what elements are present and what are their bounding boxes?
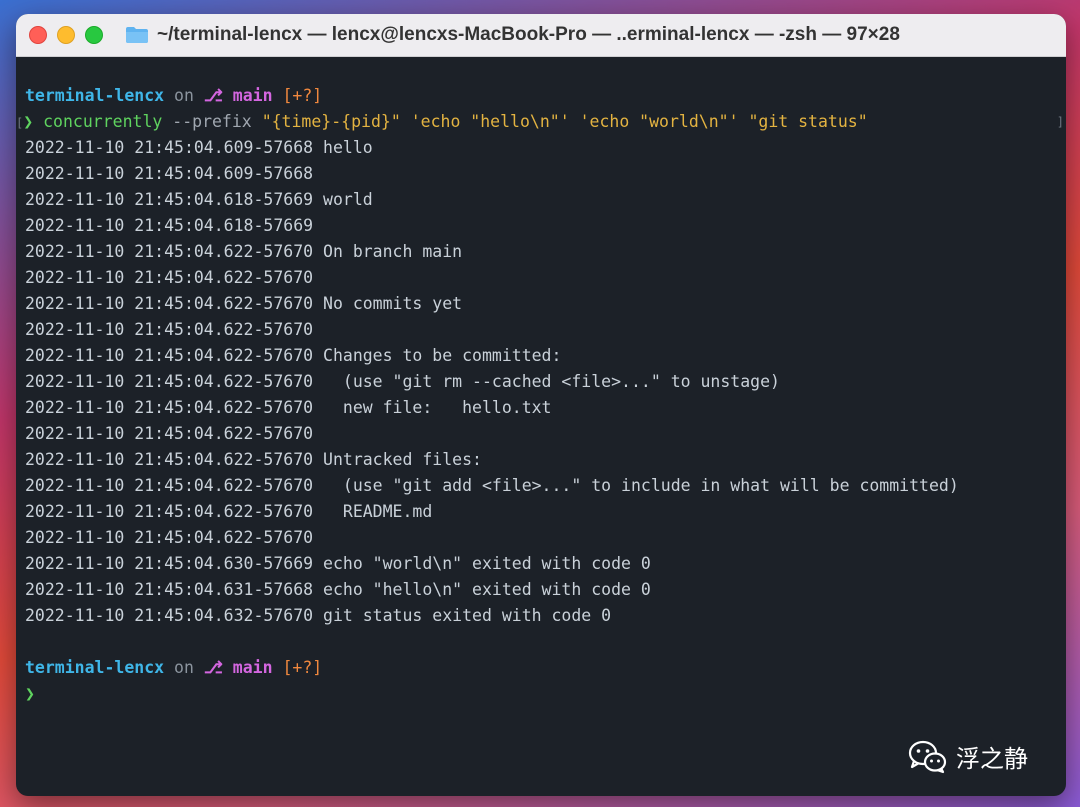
prompt-branch: main [232,658,273,677]
window-title: ~/terminal-lencx — lencx@lencxs-MacBook-… [125,24,900,46]
terminal-content[interactable]: terminal-lencx on ⎇ main [+?] [❯ concurr… [16,57,1066,796]
git-branch-icon: ⎇ [203,658,223,677]
prompt-on: on [174,86,194,105]
command-program: concurrently [43,112,163,131]
output-line: 2022-11-10 21:45:04.622-57670 Untracked … [25,450,482,469]
output-line: 2022-11-10 21:45:04.618-57669 [25,216,314,235]
folder-icon [126,27,148,43]
output-line: 2022-11-10 21:45:04.622-57670 Changes to… [25,346,562,365]
prompt-arrow-icon: ❯ [23,112,34,131]
terminal-window: ~/terminal-lencx — lencx@lencxs-MacBook-… [16,14,1066,796]
output-line: 2022-11-10 21:45:04.622-57670 No commits… [25,294,463,313]
prompt-git-status: [+?] [282,86,323,105]
command-arg-prefix: "{time}-{pid}" [261,112,401,131]
prompt-arrow-icon: ❯ [25,684,35,703]
window-title-text: ~/terminal-lencx — lencx@lencxs-MacBook-… [157,24,900,45]
command-line: [❯ concurrently --prefix "{time}-{pid}" … [16,109,1066,135]
command-output: 2022-11-10 21:45:04.609-57668 hello 2022-… [25,135,1066,629]
right-bracket: ] [1056,115,1064,129]
wechat-icon [908,740,947,773]
output-line: 2022-11-10 21:45:04.609-57668 [25,164,314,183]
git-branch-icon: ⎇ [203,86,223,105]
output-line: 2022-11-10 21:45:04.622-57670 (use "git … [25,372,780,391]
prompt-directory: terminal-lencx [25,86,165,105]
output-line: 2022-11-10 21:45:04.618-57669 world [25,190,373,209]
command-flag: --prefix [172,112,252,131]
title-bar[interactable]: ~/terminal-lencx — lencx@lencxs-MacBook-… [16,14,1066,57]
traffic-lights [29,26,103,44]
output-line: 2022-11-10 21:45:04.622-57670 [25,424,314,443]
prompt-directory: terminal-lencx [25,658,165,677]
output-line: 2022-11-10 21:45:04.622-57670 [25,320,314,339]
prompt-line: terminal-lencx on ⎇ main [+?] [25,83,1066,109]
input-line[interactable]: ❯ [25,681,1066,707]
close-button[interactable] [29,26,47,44]
watermark-text: 浮之静 [956,745,1028,773]
command-args: 'echo "hello\n"' 'echo "world\n"' "git s… [410,112,868,131]
output-line: 2022-11-10 21:45:04.622-57670 On branch … [25,242,463,261]
output-line: 2022-11-10 21:45:04.622-57670 [25,528,314,547]
output-line: 2022-11-10 21:45:04.622-57670 [25,268,314,287]
minimize-button[interactable] [57,26,75,44]
wechat-watermark: 浮之静 [908,739,1028,774]
output-line: 2022-11-10 21:45:04.609-57668 hello [25,138,373,157]
output-line: 2022-11-10 21:45:04.630-57669 echo "worl… [25,554,651,573]
output-line: 2022-11-10 21:45:04.631-57668 echo "hell… [25,580,651,599]
zoom-button[interactable] [85,26,103,44]
prompt-git-status: [+?] [282,658,323,677]
output-line: 2022-11-10 21:45:04.632-57670 git status… [25,606,612,625]
output-line: 2022-11-10 21:45:04.622-57670 README.md [25,502,433,521]
output-line: 2022-11-10 21:45:04.622-57670 new file: … [25,398,552,417]
prompt-branch: main [232,86,273,105]
prompt-line: terminal-lencx on ⎇ main [+?] [25,655,1066,681]
prompt-on: on [174,658,194,677]
output-line: 2022-11-10 21:45:04.622-57670 (use "git … [25,476,959,495]
